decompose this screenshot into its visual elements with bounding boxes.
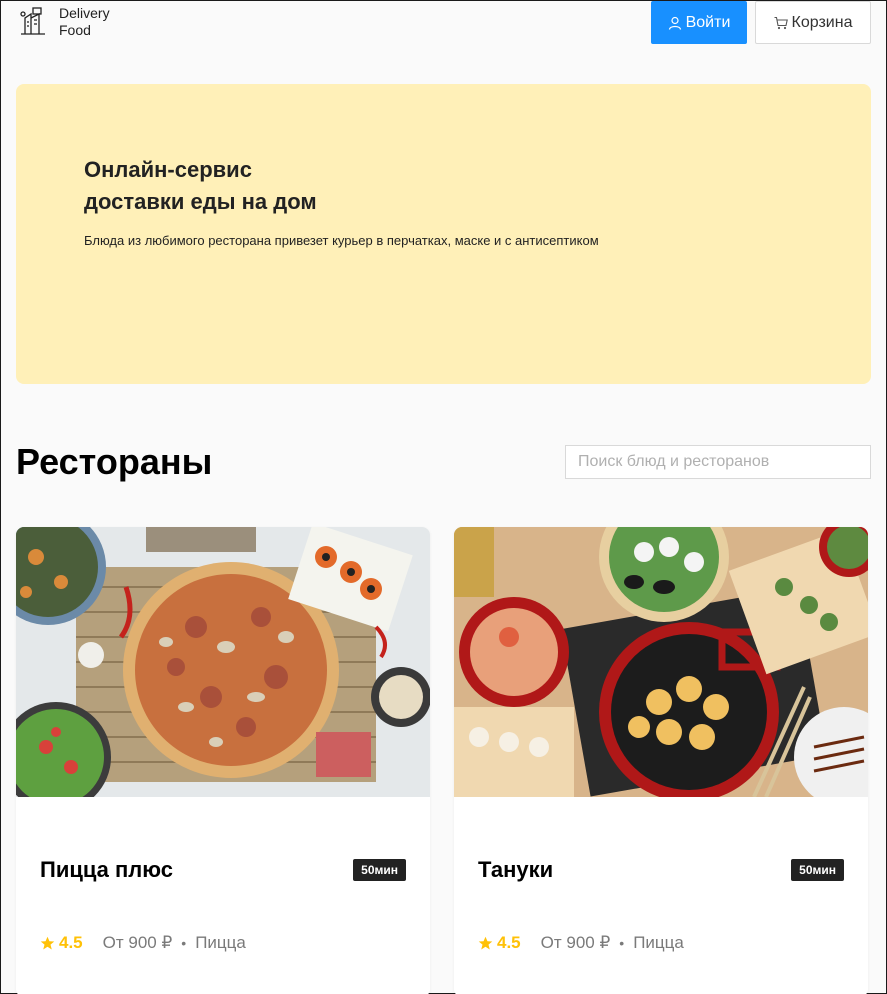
- restaurant-info: 4.5 От 900 ₽ • Пицца: [40, 933, 246, 953]
- rating: 4.5: [478, 933, 521, 953]
- separator-dot: •: [619, 935, 625, 951]
- restaurant-card[interactable]: Тануки 50мин 4.5 От 900 ₽ • Пицца: [454, 527, 868, 994]
- login-button[interactable]: Войти: [651, 1, 747, 44]
- promo-banner: Онлайн-сервис доставки еды на дом Блюда …: [16, 84, 871, 384]
- logo-line-1: Delivery: [59, 5, 110, 21]
- rating-value: 4.5: [59, 933, 83, 952]
- price: От 900 ₽: [540, 933, 611, 952]
- star-icon: [40, 936, 55, 949]
- promo-title-line-2: доставки еды на дом: [84, 189, 317, 214]
- logo-text: Delivery Food: [59, 5, 110, 39]
- price: От 900 ₽: [102, 933, 173, 952]
- cart-button[interactable]: Корзина: [755, 1, 871, 44]
- restaurant-info: 4.5 От 900 ₽ • Пицца: [478, 933, 684, 953]
- restaurants-title: Рестораны: [16, 441, 213, 482]
- delivery-time-badge: 50мин: [791, 859, 844, 881]
- category: Пицца: [195, 933, 246, 952]
- login-label: Войти: [685, 13, 731, 31]
- restaurant-name: Тануки: [478, 857, 554, 882]
- promo-title-line-1: Онлайн-сервис: [84, 157, 252, 182]
- category: Пицца: [633, 933, 684, 952]
- header: Delivery Food Войти Корзина: [1, 1, 886, 53]
- promo-text: Блюда из любимого ресторана привезет кур…: [84, 233, 599, 248]
- restaurant-name: Пицца плюс: [40, 857, 173, 882]
- restaurant-card[interactable]: Пицца плюс 50мин 4.5 От 900 ₽ • Пицца: [16, 527, 430, 994]
- cart-icon: [774, 16, 788, 29]
- pizza-photo: [16, 527, 430, 797]
- promo-title: Онлайн-сервис доставки еды на дом: [84, 154, 484, 218]
- rating: 4.5: [40, 933, 83, 953]
- logo-icon: [20, 7, 45, 35]
- user-icon: [668, 16, 681, 30]
- separator-dot: •: [181, 935, 187, 951]
- sushi-photo: [454, 527, 868, 797]
- star-icon: [478, 936, 493, 949]
- cart-label: Корзина: [791, 13, 853, 31]
- logo[interactable]: Delivery Food: [15, 4, 110, 40]
- search-input[interactable]: [565, 445, 871, 479]
- delivery-time-badge: 50мин: [353, 859, 406, 881]
- rating-value: 4.5: [497, 933, 521, 952]
- logo-line-2: Food: [59, 22, 91, 38]
